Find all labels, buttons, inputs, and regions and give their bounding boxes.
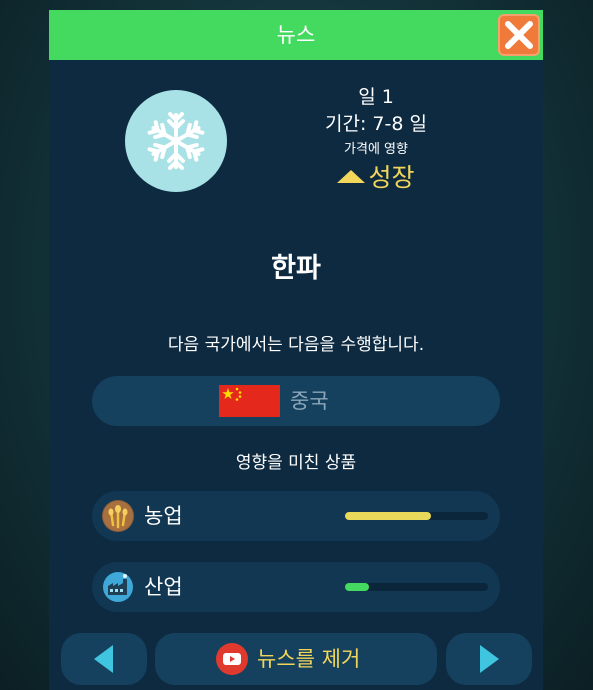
impact-bar-fill xyxy=(345,583,370,591)
event-icon-badge xyxy=(125,90,227,192)
good-row-industry: 산업 xyxy=(92,562,500,612)
china-flag-icon xyxy=(219,385,280,417)
price-impact-label: 가격에 영향 xyxy=(344,142,408,157)
remove-news-label: 뉴스를 제거 xyxy=(257,647,361,671)
event-day: 일 1 xyxy=(358,86,394,108)
arrow-left-icon xyxy=(94,645,113,673)
title-bar: 뉴스 xyxy=(49,10,543,60)
impact-bar-fill xyxy=(345,512,431,520)
affected-goods-label: 영향을 미친 상품 xyxy=(235,453,357,473)
news-dialog: 뉴스 일 1 기간: 7-8 일 가격에 영향 성장 한파 다음 국가에서는 다… xyxy=(49,10,543,690)
dialog-title: 뉴스 xyxy=(276,23,316,47)
country-row: 중국 xyxy=(92,376,500,426)
good-name: 농업 xyxy=(144,504,183,528)
remove-news-button[interactable]: 뉴스를 제거 xyxy=(155,633,437,685)
video-icon xyxy=(216,643,248,675)
country-name: 중국 xyxy=(290,389,329,413)
close-button[interactable] xyxy=(498,14,540,56)
price-trend-label: 성장 xyxy=(368,163,415,192)
event-info: 일 1 기간: 7-8 일 가격에 영향 성장 xyxy=(289,84,463,196)
up-arrow-icon xyxy=(337,169,366,183)
close-icon xyxy=(505,21,533,49)
event-duration: 기간: 7-8 일 xyxy=(325,113,427,135)
snowflake-icon xyxy=(147,112,205,170)
previous-button[interactable] xyxy=(61,633,147,685)
good-name: 산업 xyxy=(144,575,183,599)
event-name: 한파 xyxy=(271,253,321,284)
factory-icon xyxy=(102,571,134,603)
arrow-right-icon xyxy=(480,645,499,673)
price-trend: 성장 xyxy=(289,160,463,196)
good-row-agriculture: 농업 xyxy=(92,491,500,541)
impact-bar xyxy=(345,583,488,591)
wheat-icon xyxy=(102,500,134,532)
impact-bar xyxy=(345,512,488,520)
next-button[interactable] xyxy=(446,633,532,685)
event-description: 다음 국가에서는 다음을 수행합니다. xyxy=(167,335,425,355)
